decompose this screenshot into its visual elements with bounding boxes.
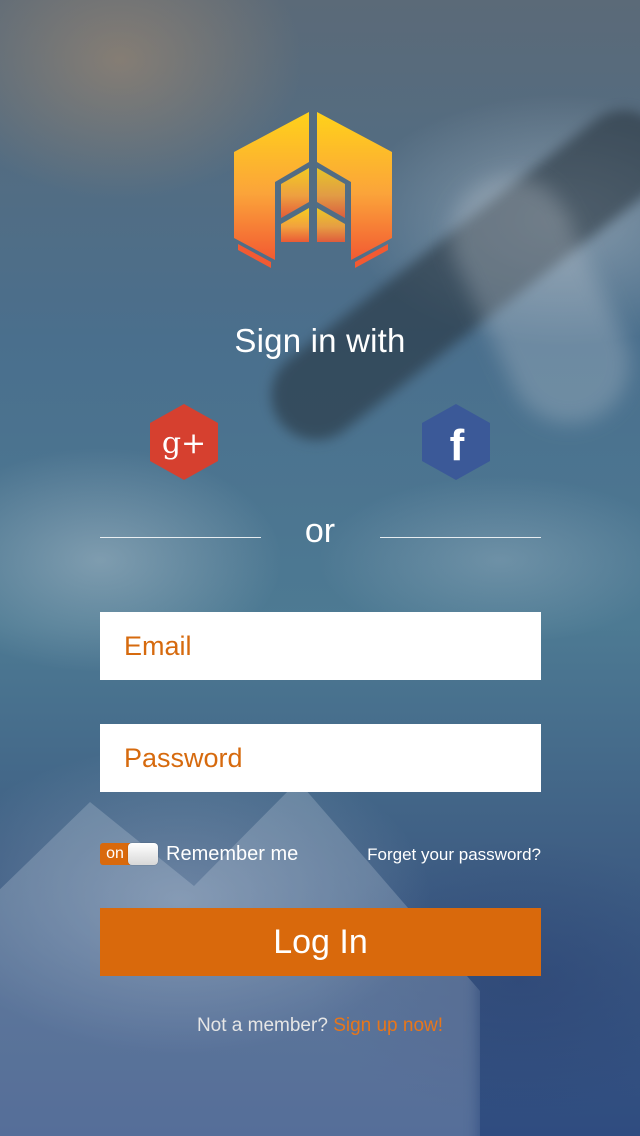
facebook-glyph: f	[450, 421, 465, 470]
divider-right	[380, 537, 541, 538]
divider-left	[100, 537, 261, 538]
toggle-state-label: on	[100, 843, 130, 865]
signup-prompt: Not a member? Sign up now!	[0, 1015, 640, 1037]
remember-me-label: Remember me	[166, 843, 299, 865]
facebook-button[interactable]: f	[420, 402, 492, 482]
login-button[interactable]: Log In	[100, 908, 541, 976]
sign-in-heading: Sign in with	[234, 322, 406, 359]
password-field[interactable]	[100, 724, 541, 792]
login-screen: Sign in with g+ f or on Remember me Forg…	[0, 0, 640, 1136]
forgot-password-link[interactable]: Forget your password?	[367, 845, 541, 865]
toggle-knob	[128, 843, 158, 865]
google-plus-icon: g+	[150, 404, 218, 480]
email-field[interactable]	[100, 612, 541, 680]
hexagon-a-logo-icon	[232, 110, 394, 270]
google-plus-button[interactable]: g+	[148, 402, 220, 482]
facebook-icon: f	[422, 404, 490, 480]
not-member-text: Not a member?	[196, 1015, 328, 1036]
google-plus-glyph: g+	[162, 426, 206, 461]
divider-or: or	[304, 512, 336, 550]
remember-me-toggle[interactable]: on	[100, 843, 158, 865]
signup-link[interactable]: Sign up now!	[333, 1015, 443, 1036]
